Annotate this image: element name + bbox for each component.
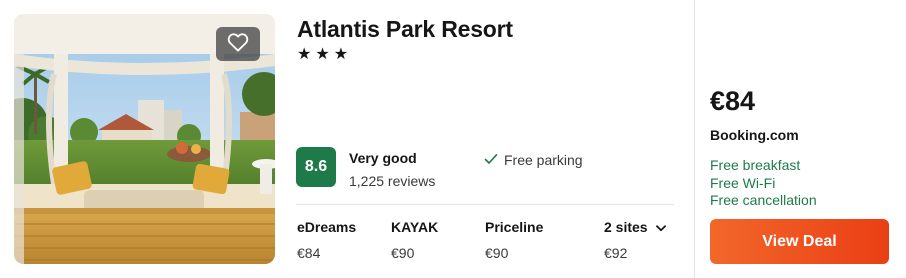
amenity-free-parking: Free parking bbox=[484, 152, 583, 168]
chevron-down-icon bbox=[655, 219, 666, 235]
site-name: Priceline bbox=[485, 219, 544, 235]
section-divider bbox=[296, 204, 674, 205]
site-price: €90 bbox=[391, 245, 415, 261]
perk-free-wifi: Free Wi-Fi bbox=[710, 174, 776, 191]
column-divider bbox=[694, 0, 695, 278]
site-offer-priceline[interactable]: Priceline €90 bbox=[485, 219, 543, 261]
more-sites-price: €92 bbox=[604, 245, 628, 261]
star-rating: ★★★ bbox=[297, 46, 353, 63]
site-offer-kayak[interactable]: KAYAK €90 bbox=[391, 219, 438, 261]
favorite-button[interactable] bbox=[216, 27, 260, 61]
perk-free-breakfast: Free breakfast bbox=[710, 157, 801, 173]
view-deal-button[interactable]: View Deal bbox=[710, 219, 889, 264]
site-name: KAYAK bbox=[391, 219, 439, 235]
more-sites-label: 2 sites bbox=[604, 219, 648, 235]
review-count[interactable]: 1,225 reviews bbox=[349, 173, 435, 189]
site-price: €84 bbox=[297, 245, 321, 261]
perk-free-cancellation: Free cancellation bbox=[710, 192, 817, 208]
hotel-name[interactable]: Atlantis Park Resort bbox=[297, 16, 513, 43]
deal-perks: Free breakfast Free Wi-Fi Free cancellat… bbox=[710, 157, 817, 210]
check-icon bbox=[484, 152, 498, 168]
heart-icon bbox=[227, 32, 249, 57]
rating-label: Very good bbox=[349, 150, 417, 166]
more-sites-dropdown[interactable]: 2 sites €92 bbox=[604, 219, 666, 261]
hotel-result-card[interactable]: Atlantis Park Resort ★★★ 8.6 Very good 1… bbox=[0, 0, 906, 278]
deal-provider: Booking.com bbox=[710, 127, 799, 143]
best-price: €84 bbox=[710, 86, 756, 116]
site-price: €90 bbox=[485, 245, 509, 261]
rating-score-badge: 8.6 bbox=[296, 147, 336, 187]
site-name: eDreams bbox=[297, 219, 357, 235]
amenity-label: Free parking bbox=[504, 152, 583, 168]
site-offer-edreams[interactable]: eDreams €84 bbox=[297, 219, 356, 261]
